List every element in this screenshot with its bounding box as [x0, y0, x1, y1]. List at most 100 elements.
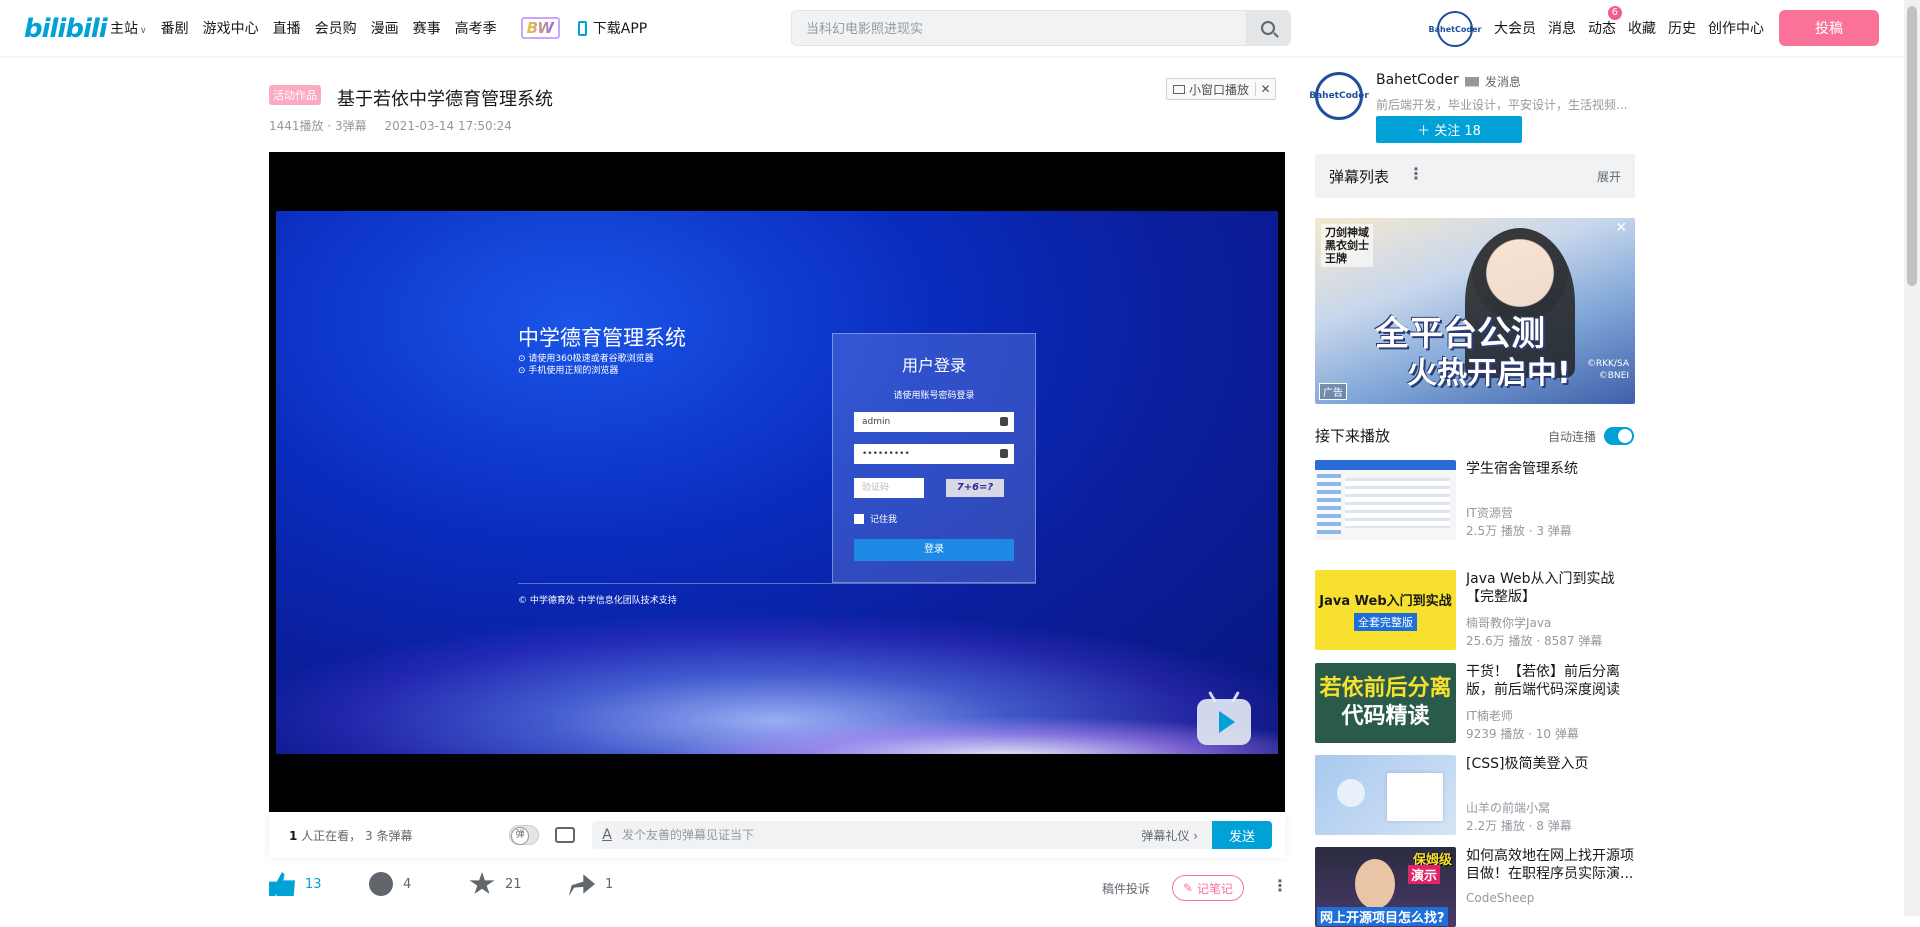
- recommended-video[interactable]: Java Web入门到实战 全套完整版 Java Web从入门到实战【完整版】 楠…: [1315, 570, 1635, 650]
- frame-login-button: 登录: [854, 539, 1014, 561]
- rec-title[interactable]: 如何高效地在网上找开源项目做！在职程序员实际演...: [1466, 847, 1636, 883]
- danmaku-input[interactable]: [622, 828, 1142, 842]
- download-app-link[interactable]: 下载APP: [577, 18, 647, 38]
- search-input[interactable]: [792, 11, 1246, 45]
- frame-remember: 记住我: [854, 512, 897, 525]
- activity-tag[interactable]: 活动作品: [269, 85, 321, 105]
- video-thumbnail[interactable]: 保姆级 演示 网上开源项目怎么找?: [1315, 847, 1456, 927]
- frame-system-title: 中学德育管理系统: [518, 326, 686, 350]
- like-button[interactable]: 13: [269, 872, 322, 896]
- phone-icon: [577, 20, 587, 36]
- take-note-button[interactable]: ✎ 记笔记: [1172, 875, 1244, 901]
- ad-banner[interactable]: 刀剑神域 黑衣剑士 王牌 全平台公测 火热开启中! ©RKK/SA ©BNEI 广告…: [1315, 218, 1635, 404]
- creator-center-link[interactable]: 创作中心: [1708, 18, 1764, 38]
- recommended-video[interactable]: 若依前后分离 代码精读 干货！【若依】前后分离版，前后端代码深度阅读 IT楠老师 …: [1315, 663, 1635, 743]
- close-icon[interactable]: ✕: [1615, 220, 1627, 236]
- danmaku-toggle[interactable]: [509, 825, 539, 845]
- danmaku-send-button[interactable]: 发送: [1212, 821, 1272, 849]
- ad-game-logo: 刀剑神域 黑衣剑士 王牌: [1321, 224, 1373, 267]
- font-style-icon[interactable]: A: [592, 827, 622, 843]
- frame-tips: ⊙ 请使用360极速或者谷歌浏览器 ⊙ 手机使用正规的浏览器: [518, 354, 654, 376]
- autoplay-toggle[interactable]: [1604, 427, 1635, 445]
- video-meta: 1441播放 · 3弹幕 2021-03-14 17:50:24: [269, 117, 526, 134]
- video-frame: 中学德育管理系统 ⊙ 请使用360极速或者谷歌浏览器 ⊙ 手机使用正规的浏览器 …: [276, 211, 1278, 754]
- danmaku-input-wrap: A 弹幕礼仪 › 发送: [592, 821, 1272, 849]
- nav-gaokao[interactable]: 高考季: [455, 18, 497, 38]
- favorite-button[interactable]: 21: [469, 872, 522, 896]
- rec-stats: 2.5万 播放 · 3 弹幕: [1466, 524, 1572, 538]
- publish-date: 2021-03-14 17:50:24: [384, 119, 512, 133]
- lock-icon: [1000, 449, 1008, 458]
- nav-live[interactable]: 直播: [273, 18, 301, 38]
- play-icon[interactable]: [1197, 699, 1251, 745]
- danmaku-etiquette-link[interactable]: 弹幕礼仪 ›: [1141, 827, 1198, 844]
- bw-event-icon[interactable]: BW: [520, 17, 560, 39]
- dynamic-link[interactable]: 动态 6: [1588, 6, 1622, 38]
- video-player[interactable]: 中学德育管理系统 ⊙ 请使用360极速或者谷歌浏览器 ⊙ 手机使用正规的浏览器 …: [269, 152, 1285, 812]
- play-count: 1441播放 · 3弹幕: [269, 119, 367, 133]
- bilibili-logo[interactable]: bilibili: [24, 14, 108, 44]
- nav-anime[interactable]: 番剧: [161, 18, 189, 38]
- danmaku-list-header[interactable]: 弹幕列表 ⋮ 展开: [1315, 154, 1635, 198]
- danmaku-list-menu-icon[interactable]: ⋮: [1408, 164, 1424, 183]
- rec-stats: 25.6万 播放 · 8587 弹幕: [1466, 634, 1603, 648]
- star-icon: [469, 872, 495, 894]
- nav-game-center[interactable]: 游戏中心: [203, 18, 259, 38]
- danmaku-list-expand[interactable]: 展开: [1597, 168, 1621, 185]
- history-link[interactable]: 历史: [1668, 18, 1696, 38]
- report-link[interactable]: 稿件投诉: [1102, 880, 1150, 897]
- rec-author[interactable]: 山羊の前端小窝: [1466, 799, 1550, 816]
- recommended-video[interactable]: 学生宿舍管理系统 IT资源营 2.5万 播放 · 3 弹幕: [1315, 460, 1635, 540]
- video-thumbnail[interactable]: 若依前后分离 代码精读: [1315, 663, 1456, 743]
- video-thumbnail[interactable]: [1315, 460, 1456, 540]
- scrollbar-thumb[interactable]: [1907, 6, 1917, 286]
- recommended-video[interactable]: 保姆级 演示 网上开源项目怎么找? 如何高效地在网上找开源项目做！在职程序员实际演.…: [1315, 847, 1635, 927]
- recommended-video[interactable]: [CSS]极简美登入页 山羊の前端小窝 2.2万 播放 · 8 弹幕: [1315, 755, 1635, 835]
- rec-author[interactable]: IT资源营: [1466, 504, 1513, 521]
- search-button[interactable]: [1246, 11, 1290, 45]
- nav-esports[interactable]: 赛事: [413, 18, 441, 38]
- more-options-icon[interactable]: ⋮: [1272, 876, 1288, 895]
- rec-title[interactable]: 干货！【若依】前后分离版，前后端代码深度阅读: [1466, 663, 1636, 699]
- user-icon: [1000, 417, 1008, 426]
- video-title: 基于若依中学德育管理系统: [337, 89, 553, 110]
- follow-button[interactable]: ＋ 关注 18: [1376, 116, 1522, 143]
- danmaku-settings-icon[interactable]: [555, 827, 575, 843]
- nav-mall[interactable]: 会员购: [315, 18, 357, 38]
- messages-link[interactable]: 消息: [1548, 18, 1576, 38]
- vip-link[interactable]: 大会员: [1494, 18, 1536, 38]
- ad-subline: 火热开启中!: [1407, 356, 1571, 391]
- close-icon[interactable]: ✕: [1255, 82, 1275, 96]
- user-avatar[interactable]: BahetCoder: [1429, 11, 1481, 47]
- search-icon: [1261, 21, 1275, 35]
- video-thumbnail[interactable]: Java Web入门到实战 全套完整版: [1315, 570, 1456, 650]
- nav-manga[interactable]: 漫画: [371, 18, 399, 38]
- favorites-link[interactable]: 收藏: [1628, 18, 1656, 38]
- frame-username: admin: [854, 412, 1014, 432]
- rec-title[interactable]: [CSS]极简美登入页: [1466, 755, 1636, 773]
- chevron-down-icon: ∨: [140, 26, 147, 36]
- rec-author[interactable]: 楠哥教你学Java: [1466, 614, 1551, 631]
- frame-footer: © 中学德育处 中学信息化团队技术支持: [518, 596, 677, 606]
- coin-icon: [369, 872, 393, 896]
- video-thumbnail[interactable]: [1315, 755, 1456, 835]
- main-nav: 主站 ∨ 番剧 游戏中心 直播 会员购 漫画 赛事 高考季 BW 下载APP: [110, 0, 661, 56]
- frame-password: •••••••••: [854, 444, 1014, 464]
- rec-title[interactable]: Java Web从入门到实战【完整版】: [1466, 570, 1636, 606]
- thumbs-up-icon: [269, 872, 295, 896]
- rec-author[interactable]: CodeSheep: [1466, 891, 1534, 905]
- share-button[interactable]: 1: [569, 872, 613, 896]
- coin-button[interactable]: 4: [369, 872, 411, 896]
- uploader-avatar[interactable]: BahetCoder: [1309, 72, 1369, 120]
- rec-title[interactable]: 学生宿舍管理系统: [1466, 460, 1636, 478]
- header-links: 大会员 消息 动态 6 收藏 历史 创作中心: [1494, 0, 1776, 56]
- send-message-link[interactable]: 发消息: [1465, 73, 1521, 90]
- nav-main-site[interactable]: 主站 ∨: [110, 18, 147, 38]
- autoplay-control: 自动连播: [1548, 427, 1635, 445]
- rec-author[interactable]: IT楠老师: [1466, 707, 1513, 724]
- page-scrollbar[interactable]: [1904, 0, 1920, 916]
- mail-icon: [1465, 76, 1479, 87]
- mini-player-toggle[interactable]: 小窗口播放 ✕: [1166, 78, 1277, 100]
- upload-button[interactable]: 投稿: [1779, 10, 1879, 46]
- uploader-name[interactable]: BahetCoder: [1376, 72, 1459, 88]
